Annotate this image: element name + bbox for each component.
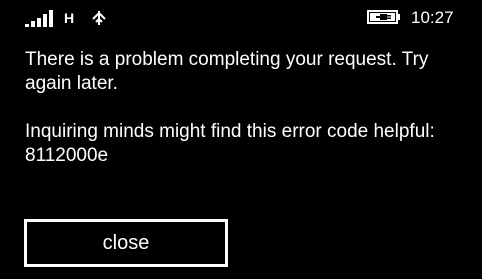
error-code-text: Inquiring minds might find this error co… [25, 121, 435, 166]
close-button[interactable]: close [24, 219, 228, 267]
status-bar: H 10:27 [0, 0, 482, 36]
battery-charging-icon [367, 10, 400, 24]
wifi-icon [92, 11, 106, 25]
clock: 10:27 [411, 8, 454, 27]
signal-strength-icon [25, 10, 53, 27]
error-description: There is a problem completing your reque… [25, 49, 429, 94]
error-message: There is a problem completing your reque… [25, 48, 465, 168]
network-type-label: H [64, 10, 75, 26]
